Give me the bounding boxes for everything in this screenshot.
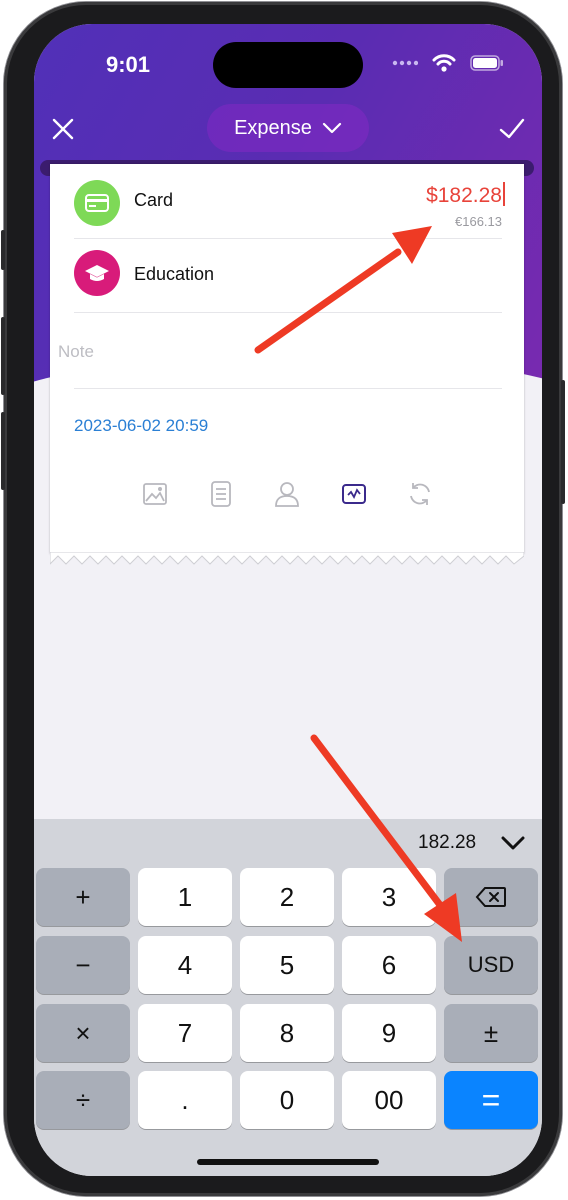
- minus-key[interactable]: −: [36, 936, 130, 994]
- datetime-value[interactable]: 2023-06-02 20:59: [74, 416, 208, 436]
- account-avatar: [74, 180, 120, 226]
- close-icon[interactable]: [50, 116, 76, 142]
- wifi-icon: [432, 54, 456, 72]
- key-00[interactable]: 00: [342, 1071, 436, 1129]
- key-2[interactable]: 2: [240, 868, 334, 926]
- key-0[interactable]: 0: [240, 1071, 334, 1129]
- key-4[interactable]: 4: [138, 936, 232, 994]
- keypad-display: 182.28: [418, 832, 477, 853]
- text-caret: [503, 182, 505, 206]
- currency-key[interactable]: USD: [444, 936, 538, 994]
- key-5[interactable]: 5: [240, 936, 334, 994]
- receipt-icon[interactable]: [339, 479, 369, 509]
- multiply-key[interactable]: ×: [36, 1004, 130, 1062]
- status-icons: [392, 54, 504, 72]
- chevron-down-icon[interactable]: [500, 832, 526, 854]
- battery-icon: [470, 55, 503, 71]
- chevron-down-icon: [322, 122, 342, 134]
- key-9[interactable]: 9: [342, 1004, 436, 1062]
- repeat-icon[interactable]: [405, 479, 435, 509]
- note-row[interactable]: [74, 324, 502, 389]
- transaction-type-dropdown[interactable]: Expense: [207, 104, 369, 152]
- category-avatar: [74, 250, 120, 296]
- key-1[interactable]: 1: [138, 868, 232, 926]
- screen: 9:01 Expense Card $182.28 €166.13 Educat…: [34, 24, 542, 1176]
- image-icon[interactable]: [140, 479, 170, 509]
- document-icon[interactable]: [206, 479, 236, 509]
- decimal-key[interactable]: .: [138, 1071, 232, 1129]
- plus-key[interactable]: +: [36, 868, 130, 926]
- note-placeholder[interactable]: Note: [58, 342, 94, 362]
- credit-card-icon: [85, 194, 109, 212]
- account-label: Card: [134, 190, 174, 210]
- category-row[interactable]: Education: [74, 250, 502, 313]
- receipt-zigzag-edge: [50, 552, 524, 565]
- key-8[interactable]: 8: [240, 1004, 334, 1062]
- volume-up-button: [1, 317, 5, 395]
- converted-amount: €166.13: [455, 214, 502, 229]
- volume-down-button: [1, 412, 5, 490]
- attachment-toolbar: [50, 479, 524, 519]
- category-label: Education: [134, 264, 215, 284]
- equals-key[interactable]: =: [444, 1071, 538, 1129]
- divide-key[interactable]: ÷: [36, 1071, 130, 1129]
- cellular-signal-icon: [392, 60, 418, 66]
- checkmark-icon[interactable]: [498, 116, 526, 142]
- transaction-type-label: Expense: [234, 116, 312, 139]
- graduation-cap-icon: [85, 265, 109, 281]
- account-row[interactable]: Card $182.28 €166.13: [74, 176, 505, 239]
- key-6[interactable]: 6: [342, 936, 436, 994]
- power-button: [561, 380, 565, 504]
- plus-minus-key[interactable]: ±: [444, 1004, 538, 1062]
- backspace-icon: [475, 887, 506, 907]
- action-button: [1, 230, 5, 270]
- amount-value[interactable]: $182.28: [426, 184, 502, 208]
- backspace-key[interactable]: [444, 868, 538, 926]
- key-3[interactable]: 3: [342, 868, 436, 926]
- status-time: 9:01: [106, 52, 151, 77]
- person-icon[interactable]: [272, 479, 302, 509]
- home-indicator: [197, 1159, 379, 1165]
- dynamic-island: [213, 42, 363, 88]
- phone-frame: 9:01 Expense Card $182.28 €166.13 Educat…: [1, 2, 565, 1196]
- key-7[interactable]: 7: [138, 1004, 232, 1062]
